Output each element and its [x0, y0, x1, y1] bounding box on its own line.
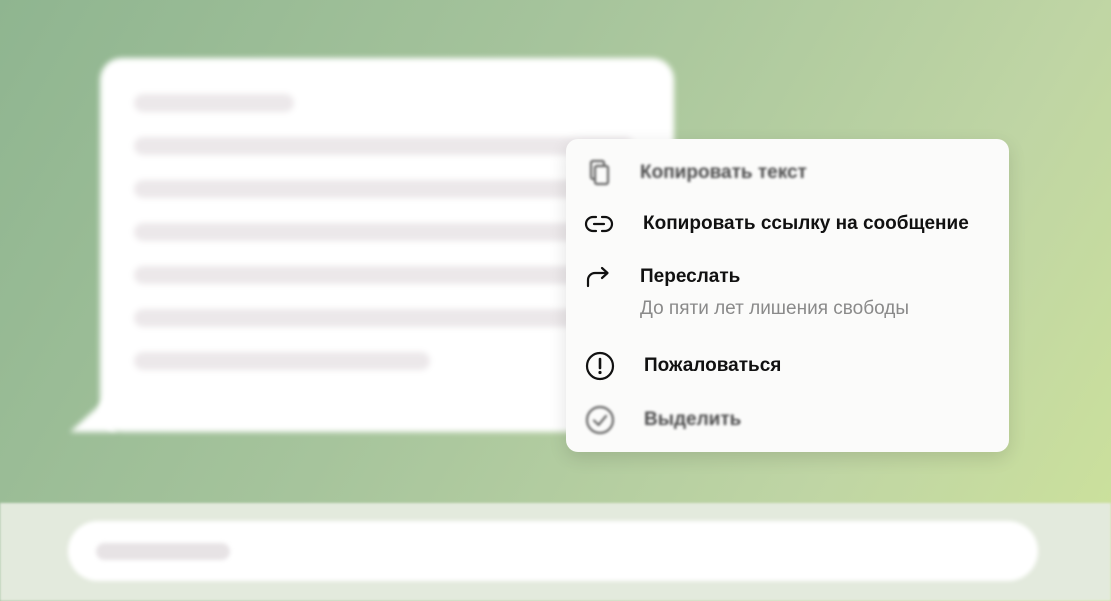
copy-icon: [582, 157, 614, 189]
menu-item-report[interactable]: Пожаловаться: [566, 342, 1009, 390]
menu-item-label: Копировать текст: [640, 162, 807, 183]
menu-item-sublabel: До пяти лет лишения свободы: [640, 298, 910, 319]
message-text-placeholder-line: [134, 266, 634, 284]
menu-item-label: Пожаловаться: [644, 355, 782, 376]
message-text-placeholder-line: [134, 180, 634, 198]
message-text-placeholder-line: [134, 352, 430, 370]
menu-item-label: Переслать: [640, 266, 741, 287]
menu-item-label: Копировать ссылку на сообщение: [643, 213, 969, 234]
menu-item-label: Выделить: [644, 409, 742, 430]
message-text-placeholder-line: [134, 137, 634, 155]
menu-item-select[interactable]: Выделить: [566, 396, 1009, 444]
forward-arrow-icon: [582, 261, 614, 293]
menu-item-copy-link[interactable]: Копировать ссылку на сообщение: [566, 201, 1009, 247]
message-input-placeholder: [96, 543, 230, 560]
message-text-placeholder-line: [134, 223, 634, 241]
link-icon: [583, 208, 615, 240]
context-menu: Копировать текст Копировать ссылку на со…: [566, 139, 1009, 452]
check-circle-icon: [584, 404, 616, 436]
exclamation-circle-icon: [584, 350, 616, 382]
menu-item-forward[interactable]: Переслать До пяти лет лишения свободы: [566, 254, 1009, 330]
message-text-placeholder-line: [134, 94, 294, 112]
message-text-placeholder-line: [134, 309, 634, 327]
menu-item-copy-text[interactable]: Копировать текст: [566, 149, 1009, 197]
